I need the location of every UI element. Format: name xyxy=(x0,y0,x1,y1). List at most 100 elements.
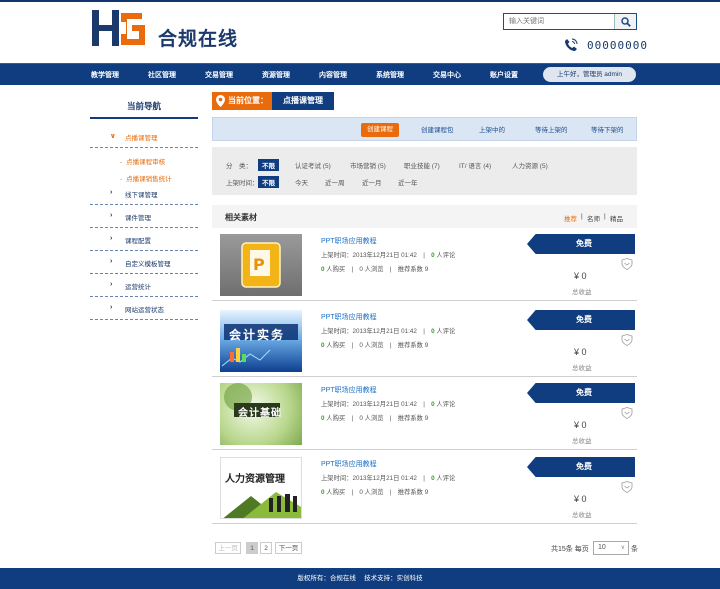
course-meta: 上架时间：2013年12月21日 01:42 | 0 人评论 xyxy=(321,252,456,259)
course-thumbnail[interactable]: 人力资源管理 xyxy=(220,457,302,519)
tab-create-course[interactable]: 创建课程 xyxy=(361,123,399,137)
nav-item-trade-center[interactable]: 交易中心 xyxy=(433,70,461,80)
sidebar-item-label: 线下课管理 xyxy=(125,192,158,199)
logo-icon[interactable] xyxy=(90,8,146,48)
free-badge[interactable]: 免费 xyxy=(527,234,635,254)
buy-label: 人购买 xyxy=(326,415,346,422)
user-greeting[interactable]: 上午好，管理员 admin xyxy=(543,67,636,82)
buy-label: 人购买 xyxy=(326,342,346,349)
sidebar-item-courseware[interactable]: › 课件管理 xyxy=(90,205,198,228)
free-badge[interactable]: 免费 xyxy=(527,457,635,477)
chevron-right-icon: › xyxy=(110,281,113,288)
sidebar-item-site-status[interactable]: › 网站运营状态 xyxy=(90,297,198,320)
buy-label: 人购买 xyxy=(326,266,346,273)
per-page-select[interactable]: 10 ∨ xyxy=(593,541,629,555)
comment-label: 人评论 xyxy=(436,328,456,335)
time-option-today[interactable]: 今天 xyxy=(295,177,308,187)
comment-label: 人评论 xyxy=(436,401,456,408)
buy-count: 0 xyxy=(321,342,325,349)
materials-header: 相关素材 推荐 | 名师 | 精品 xyxy=(212,205,637,228)
course-title[interactable]: PPT职场应用教程 xyxy=(321,312,377,322)
view-count: 0 人浏览 xyxy=(359,415,384,422)
page-1-button[interactable]: 1 xyxy=(246,542,258,554)
nav-item-account[interactable]: 账户设置 xyxy=(490,70,518,80)
search-box xyxy=(503,13,637,30)
sidebar-item-stats[interactable]: › 运营统计 xyxy=(90,274,198,297)
search-input[interactable] xyxy=(504,14,614,29)
thumbnail-caption: 会计基础 xyxy=(238,408,282,419)
view-count: 0 人浏览 xyxy=(359,489,384,496)
nav-item-resources[interactable]: 资源管理 xyxy=(262,70,290,80)
income-label: 总收益 xyxy=(572,289,592,296)
sidebar-item-label: 运营统计 xyxy=(125,284,151,291)
category-option-hr[interactable]: 人力资源 (5) xyxy=(512,160,548,170)
search-button[interactable] xyxy=(614,14,636,29)
nav-item-content[interactable]: 内容管理 xyxy=(319,70,347,80)
per-page-unit: 条 xyxy=(631,546,638,553)
category-option-it[interactable]: IT/ 语言 (4) xyxy=(459,160,491,170)
course-stats: 0 人购买 | 0 人浏览 | 推荐系数 9 xyxy=(321,266,429,273)
sort-teacher[interactable]: 名师 xyxy=(587,213,600,223)
course-meta: 上架时间：2013年12月21日 01:42 | 0 人评论 xyxy=(321,475,456,482)
sidebar-item-offline[interactable]: › 线下课管理 xyxy=(90,182,198,205)
sidebar-subitem-review[interactable]: 点播课程审核 xyxy=(120,156,165,166)
course-title[interactable]: PPT职场应用教程 xyxy=(321,385,377,395)
page-2-button[interactable]: 2 xyxy=(260,542,272,554)
buy-label: 人购买 xyxy=(326,489,346,496)
category-option-skills[interactable]: 职业技能 (7) xyxy=(404,160,440,170)
breadcrumb-prefix-text: 当前位置： xyxy=(228,96,268,105)
time-option-month[interactable]: 近一月 xyxy=(362,177,382,187)
prev-page-button[interactable]: 上一页 xyxy=(215,542,241,554)
chevron-down-icon: ∨ xyxy=(620,545,625,551)
income-label: 总收益 xyxy=(572,512,592,519)
time-option-all[interactable]: 不限 xyxy=(258,176,279,188)
category-option-cert[interactable]: 认证考试 (5) xyxy=(295,160,331,170)
course-date: 上架时间：2013年12月21日 01:42 xyxy=(321,475,417,482)
nav-item-trade[interactable]: 交易管理 xyxy=(205,70,233,80)
comment-count: 0 xyxy=(431,328,435,335)
svg-text:P: P xyxy=(253,255,265,274)
sidebar-item-templates[interactable]: › 自定义模板管理 xyxy=(90,251,198,274)
time-option-week[interactable]: 近一周 xyxy=(325,177,345,187)
breadcrumb-prefix: 当前位置： xyxy=(212,92,272,110)
next-page-button[interactable]: 下一页 xyxy=(275,542,302,554)
comment-count: 0 xyxy=(431,252,435,259)
sidebar-title: 当前导航 xyxy=(126,101,161,111)
buy-count: 0 xyxy=(321,489,325,496)
tab-pending-delisting[interactable]: 等待下架的 xyxy=(591,124,624,134)
tab-create-package[interactable]: 创建课程包 xyxy=(421,124,454,134)
sidebar-item-vod[interactable]: ∨ 点播课管理 xyxy=(90,125,198,148)
time-option-year[interactable]: 近一年 xyxy=(398,177,418,187)
course-thumbnail[interactable]: 会计实务 xyxy=(220,310,302,372)
buy-count: 0 xyxy=(321,415,325,422)
course-stats: 0 人购买 | 0 人浏览 | 推荐系数 9 xyxy=(321,342,429,349)
comment-label: 人评论 xyxy=(436,252,456,259)
search-icon xyxy=(620,16,631,27)
main-nav: 教学管理 社区管理 交易管理 资源管理 内容管理 系统管理 交易中心 账户设置 … xyxy=(0,63,720,85)
category-option-marketing[interactable]: 市场营销 (5) xyxy=(350,160,386,170)
sidebar-item-config[interactable]: › 课程配置 xyxy=(90,228,198,251)
course-thumbnail[interactable]: P xyxy=(220,234,302,296)
course-thumbnail[interactable]: 会计基础 xyxy=(220,383,302,445)
total-count: 共15条 每页 xyxy=(551,546,589,553)
shield-icon xyxy=(621,407,633,419)
course-stats: 0 人购买 | 0 人浏览 | 推荐系数 9 xyxy=(321,489,429,496)
category-option-all[interactable]: 不限 xyxy=(258,159,279,171)
nav-item-system[interactable]: 系统管理 xyxy=(376,70,404,80)
course-title[interactable]: PPT职场应用教程 xyxy=(321,236,377,246)
sort-quality[interactable]: 精品 xyxy=(610,213,623,223)
nav-item-community[interactable]: 社区管理 xyxy=(148,70,176,80)
chevron-right-icon: › xyxy=(110,212,113,219)
thumbnail-caption: 人力资源管理 xyxy=(225,474,285,485)
course-stats: 0 人购买 | 0 人浏览 | 推荐系数 9 xyxy=(321,415,429,422)
sort-recommend[interactable]: 推荐 xyxy=(564,213,577,223)
course-price: ¥ 0 xyxy=(574,420,587,430)
tab-listed[interactable]: 上架中的 xyxy=(479,124,505,134)
course-title[interactable]: PPT职场应用教程 xyxy=(321,459,377,469)
list-item: 人力资源管理 PPT职场应用教程 上架时间：2013年12月21日 01:42 … xyxy=(212,452,637,524)
nav-item-teaching[interactable]: 教学管理 xyxy=(91,70,119,80)
tab-pending-listing[interactable]: 等待上架的 xyxy=(535,124,568,134)
free-badge[interactable]: 免费 xyxy=(527,310,635,330)
shield-icon xyxy=(621,481,633,493)
free-badge[interactable]: 免费 xyxy=(527,383,635,403)
